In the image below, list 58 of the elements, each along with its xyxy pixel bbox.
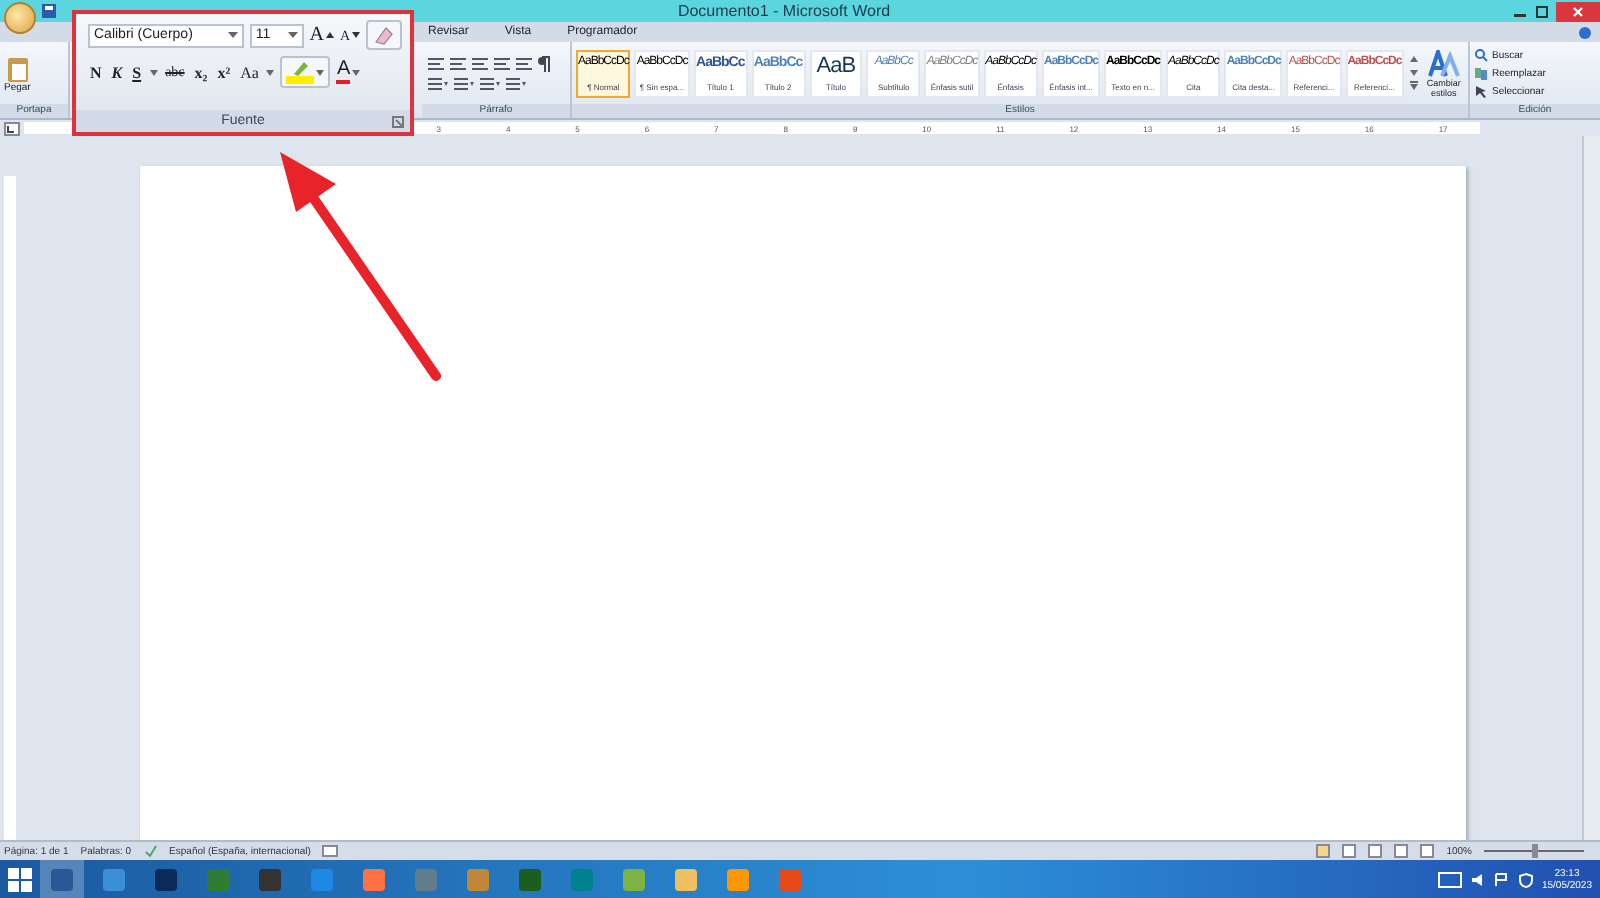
grow-font-button[interactable]: A — [309, 24, 334, 46]
close-button[interactable] — [1556, 1, 1600, 21]
caret-down-icon[interactable] — [149, 69, 158, 75]
paragraph-tool-icon[interactable] — [514, 55, 534, 71]
help-icon[interactable] — [1578, 25, 1592, 39]
format-button[interactable]: S — [130, 63, 144, 81]
app-icon[interactable] — [102, 867, 126, 891]
keyboard-icon[interactable] — [1437, 871, 1462, 887]
highlighter-icon[interactable] — [286, 60, 315, 84]
close-icon[interactable] — [1572, 5, 1585, 17]
paragraph-tool-icon[interactable] — [492, 55, 512, 71]
proofing-icon[interactable] — [143, 844, 158, 858]
paragraph-tool-icon[interactable] — [504, 75, 528, 91]
clipboard-icon[interactable] — [5, 53, 30, 81]
dialog-launcher-icon[interactable] — [392, 115, 404, 127]
save-icon[interactable] — [42, 4, 56, 18]
shield-icon[interactable] — [1517, 871, 1534, 887]
app-icon[interactable] — [154, 867, 178, 891]
app-icon[interactable] — [518, 867, 542, 891]
caret-up-icon[interactable] — [325, 32, 334, 38]
format-button[interactable]: N — [88, 63, 104, 81]
paragraph-tool-icon[interactable] — [426, 75, 450, 91]
caret-down-icon[interactable] — [352, 32, 360, 38]
app-icon[interactable] — [726, 867, 750, 891]
app-icon[interactable] — [622, 867, 646, 891]
app-icon[interactable] — [258, 867, 282, 891]
caret-down-icon[interactable] — [352, 69, 361, 75]
maximize-icon[interactable] — [1534, 3, 1551, 19]
app-icon[interactable] — [50, 867, 74, 891]
paragraph-tool-icon[interactable] — [448, 55, 468, 71]
letters-icon[interactable] — [1427, 49, 1460, 77]
app-icon[interactable] — [674, 867, 698, 891]
macro-icon[interactable] — [322, 844, 339, 858]
format-button[interactable]: K — [109, 63, 125, 81]
cursor-icon[interactable] — [1474, 84, 1488, 98]
paragraph-tool-icon[interactable] — [470, 55, 490, 71]
format-button[interactable]: x² — [215, 63, 233, 81]
style-preview: AaB — [816, 55, 856, 75]
highlight-button[interactable] — [280, 56, 331, 88]
scrollbar[interactable] — [1582, 136, 1600, 840]
pilcrow-icon[interactable] — [536, 55, 552, 71]
more-icon[interactable] — [1407, 80, 1420, 94]
speaker-icon[interactable] — [1469, 871, 1486, 887]
paragraph-tool-icon[interactable] — [478, 75, 502, 91]
font-color-button[interactable]: A — [336, 60, 361, 84]
window-title: Documento1 - Microsoft Word — [677, 2, 891, 20]
caret-down-icon[interactable] — [266, 69, 275, 75]
windows-logo-icon[interactable] — [8, 867, 32, 891]
format-button[interactable]: Aa — [238, 63, 261, 81]
caret-down-icon[interactable] — [316, 69, 325, 75]
app-icon[interactable] — [362, 867, 386, 891]
find-icon[interactable] — [1474, 48, 1488, 62]
flag-icon[interactable] — [1493, 871, 1510, 887]
paragraph-tool-icon[interactable] — [426, 55, 446, 71]
paragraph-tool-icon[interactable] — [452, 75, 476, 91]
format-button[interactable]: x₂ — [192, 63, 210, 81]
app-icon[interactable] — [466, 867, 490, 891]
tab-selector-icon[interactable] — [4, 121, 20, 135]
